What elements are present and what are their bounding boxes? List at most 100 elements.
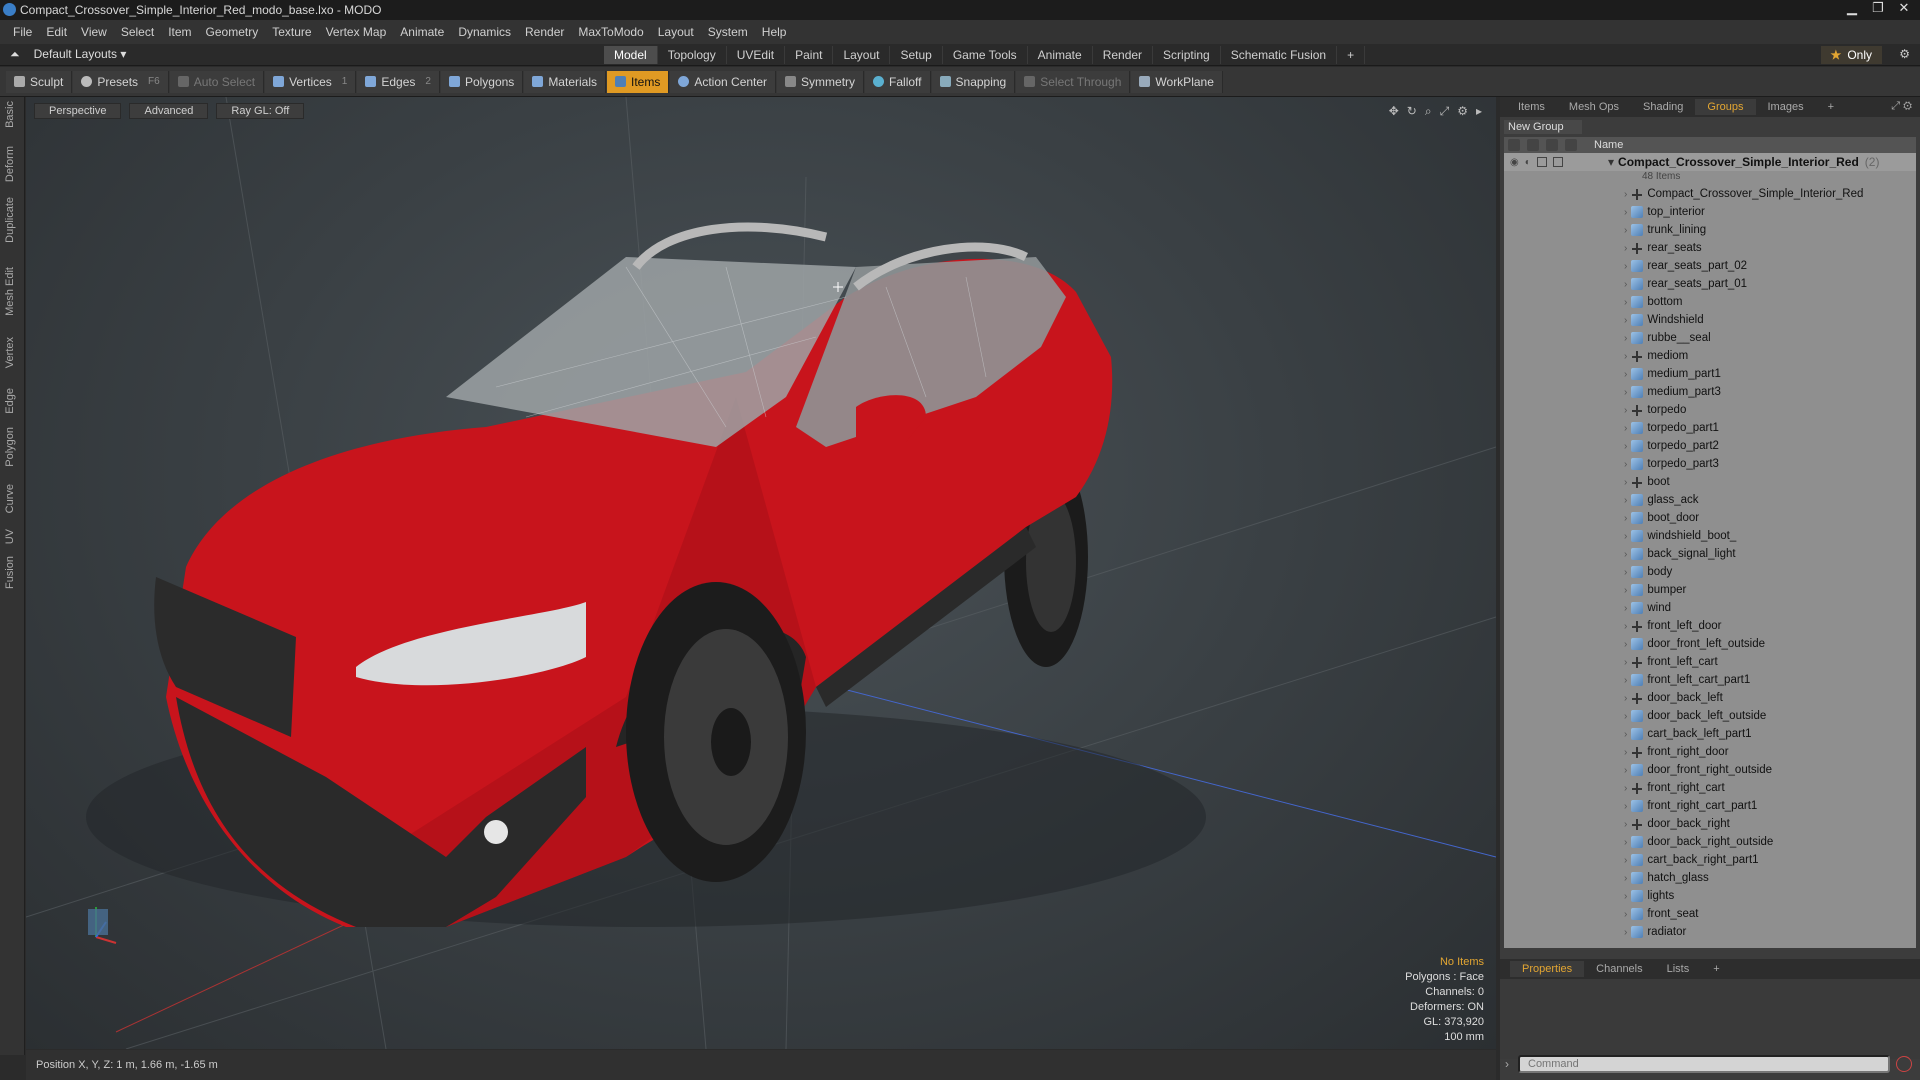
list-item[interactable]: › top_interior — [1504, 203, 1916, 221]
left-tab-edge[interactable]: Edge — [4, 388, 16, 414]
expand-arrow-icon[interactable]: › — [1624, 927, 1627, 938]
expand-arrow-icon[interactable]: › — [1624, 261, 1627, 272]
maximize-icon[interactable]: ❐ — [1866, 0, 1890, 16]
expand-arrow-icon[interactable]: › — [1624, 477, 1627, 488]
menu-item-system[interactable]: System — [701, 25, 755, 39]
left-tab-vertex[interactable]: Vertex — [4, 337, 16, 368]
list-item[interactable]: › door_back_right — [1504, 815, 1916, 833]
left-tab-uv[interactable]: UV — [4, 529, 16, 544]
list-item[interactable]: › body — [1504, 563, 1916, 581]
expand-arrow-icon[interactable]: › — [1624, 243, 1627, 254]
list-item[interactable]: › hatch_glass — [1504, 869, 1916, 887]
list-item[interactable]: › medium_part1 — [1504, 365, 1916, 383]
list-item[interactable]: › radiator — [1504, 923, 1916, 941]
expand-arrow-icon[interactable]: › — [1624, 855, 1627, 866]
expand-arrow-icon[interactable]: › — [1624, 675, 1627, 686]
vertices-button[interactable]: Vertices 1 — [265, 70, 357, 93]
items-button[interactable]: Items — [607, 70, 670, 93]
left-tab-mesh-edit[interactable]: Mesh Edit — [4, 267, 16, 316]
expand-arrow-icon[interactable]: › — [1624, 657, 1627, 668]
expand-arrow-icon[interactable]: › — [1624, 639, 1627, 650]
auto-select-button[interactable]: Auto Select — [169, 70, 265, 93]
select-through-button[interactable]: Select Through — [1016, 70, 1131, 93]
tab-layout[interactable]: Layout — [833, 46, 891, 64]
render-column-icon[interactable] — [1527, 139, 1539, 151]
left-tab-basic[interactable]: Basic — [4, 101, 16, 128]
tab-setup[interactable]: Setup — [890, 46, 943, 64]
list-item[interactable]: › lights — [1504, 887, 1916, 905]
tab-channels[interactable]: Channels — [1584, 961, 1654, 977]
list-item[interactable]: › mediom — [1504, 347, 1916, 365]
list-item[interactable]: › bumper — [1504, 581, 1916, 599]
expand-arrow-icon[interactable]: › — [1624, 873, 1627, 884]
minimize-icon[interactable]: ▁ — [1840, 0, 1864, 16]
list-item[interactable]: › front_left_cart_part1 — [1504, 671, 1916, 689]
list-item[interactable]: › torpedo_part1 — [1504, 419, 1916, 437]
expand-arrow-icon[interactable]: › — [1624, 603, 1627, 614]
list-item[interactable]: › cart_back_right_part1 — [1504, 851, 1916, 869]
gear-icon[interactable]: ⚙ — [1899, 47, 1910, 61]
add-tab-icon[interactable]: + — [1337, 46, 1366, 64]
menu-item-animate[interactable]: Animate — [393, 25, 451, 39]
expand-arrow-icon[interactable]: › — [1624, 837, 1627, 848]
tab-items[interactable]: Items — [1506, 99, 1557, 115]
expand-arrow-icon[interactable]: › — [1624, 297, 1627, 308]
menu-item-view[interactable]: View — [74, 25, 114, 39]
expand-arrow-icon[interactable]: › — [1624, 531, 1627, 542]
edges-button[interactable]: Edges 2 — [357, 70, 440, 93]
view-perspective-dropdown[interactable]: Perspective — [34, 103, 122, 119]
list-item[interactable]: › front_right_cart_part1 — [1504, 797, 1916, 815]
expand-arrow-icon[interactable]: › — [1624, 351, 1627, 362]
list-item[interactable]: › rear_seats_part_02 — [1504, 257, 1916, 275]
expand-arrow-icon[interactable]: › — [1624, 459, 1627, 470]
tab-render[interactable]: Render — [1093, 46, 1154, 64]
expand-arrow-icon[interactable]: › — [1624, 819, 1627, 830]
expand-arrow-icon[interactable]: › — [1624, 747, 1627, 758]
expand-arrow-icon[interactable]: › — [1624, 279, 1627, 290]
expand-arrow-icon[interactable]: ▾ — [1608, 155, 1614, 169]
add-props-tab-icon[interactable]: + — [1701, 961, 1731, 977]
tab-paint[interactable]: Paint — [785, 46, 834, 64]
name-column-header[interactable]: Name — [1594, 139, 1623, 151]
tab-groups[interactable]: Groups — [1695, 99, 1756, 115]
workplane-button[interactable]: WorkPlane — [1131, 70, 1223, 93]
menu-item-render[interactable]: Render — [518, 25, 571, 39]
menu-item-file[interactable]: File — [6, 25, 39, 39]
list-item[interactable]: › door_front_left_outside — [1504, 635, 1916, 653]
list-item[interactable]: › medium_part3 — [1504, 383, 1916, 401]
materials-button[interactable]: Materials — [524, 70, 606, 93]
expand-arrow-icon[interactable]: › — [1624, 567, 1627, 578]
menu-item-geometry[interactable]: Geometry — [199, 25, 266, 39]
lock-column-icon[interactable] — [1546, 139, 1558, 151]
expand-arrow-icon[interactable]: › — [1624, 585, 1627, 596]
tab-lists[interactable]: Lists — [1655, 961, 1702, 977]
list-item[interactable]: › torpedo — [1504, 401, 1916, 419]
tab-animate[interactable]: Animate — [1028, 46, 1093, 64]
expand-arrow-icon[interactable]: › — [1624, 315, 1627, 326]
expand-arrow-icon[interactable]: › — [1624, 387, 1627, 398]
left-tab-fusion[interactable]: Fusion — [4, 556, 16, 589]
tab-mesh-ops[interactable]: Mesh Ops — [1557, 99, 1631, 115]
presets-button[interactable]: Presets F6 — [73, 70, 169, 93]
menu-item-dynamics[interactable]: Dynamics — [451, 25, 518, 39]
expand-arrow-icon[interactable]: › — [1624, 189, 1627, 200]
expand-arrow-icon[interactable]: › — [1624, 513, 1627, 524]
expand-arrow-icon[interactable]: › — [1624, 441, 1627, 452]
tab-topology[interactable]: Topology — [658, 46, 727, 64]
list-item[interactable]: › rear_seats — [1504, 239, 1916, 257]
list-item[interactable]: › cart_back_left_part1 — [1504, 725, 1916, 743]
expand-arrow-icon[interactable]: › — [1624, 909, 1627, 920]
group-row[interactable]: ◉ ◐ ▾ Compact_Crossover_Simple_Interior_… — [1504, 153, 1916, 171]
menu-item-help[interactable]: Help — [755, 25, 794, 39]
left-tab-curve[interactable]: Curve — [4, 484, 16, 513]
falloff-button[interactable]: Falloff — [865, 70, 931, 93]
list-item[interactable]: › glass_ack — [1504, 491, 1916, 509]
expand-arrow-icon[interactable]: › — [1624, 801, 1627, 812]
list-item[interactable]: › windshield_boot_ — [1504, 527, 1916, 545]
select-icon[interactable] — [1552, 156, 1563, 167]
expand-arrow-icon[interactable]: › — [1624, 423, 1627, 434]
list-item[interactable]: › back_signal_light — [1504, 545, 1916, 563]
expand-arrow-icon[interactable]: › — [1624, 369, 1627, 380]
list-item[interactable]: › door_front_right_outside — [1504, 761, 1916, 779]
menu-item-layout[interactable]: Layout — [651, 25, 701, 39]
